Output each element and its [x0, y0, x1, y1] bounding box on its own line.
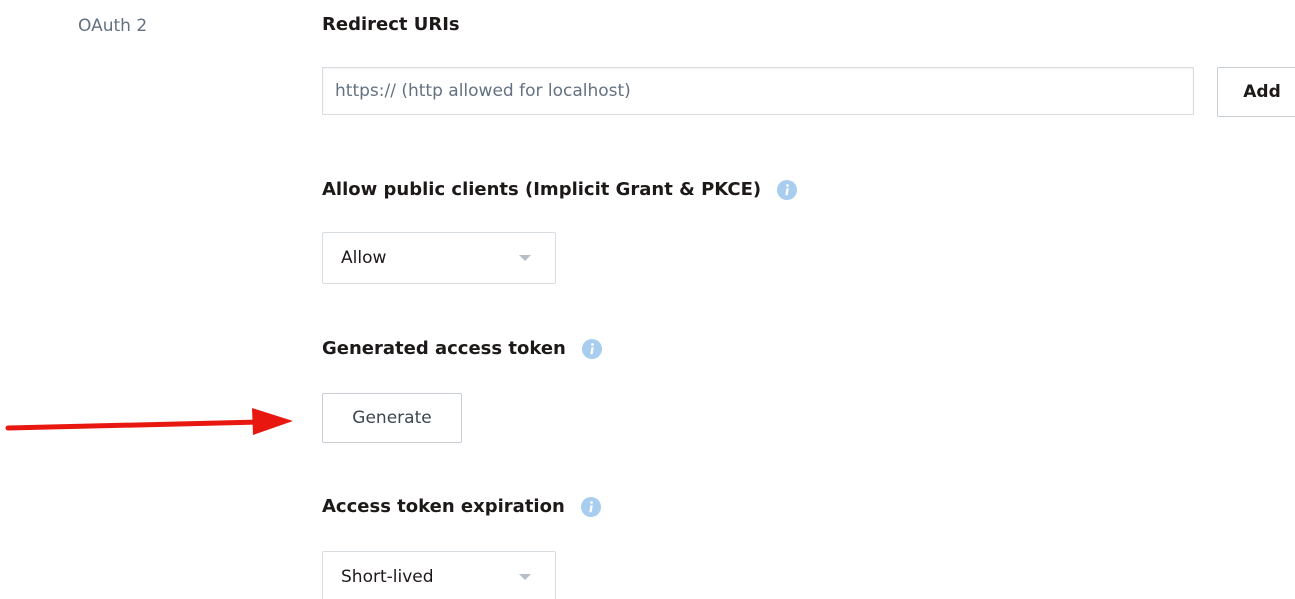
info-icon[interactable]	[777, 180, 798, 200]
generate-token-button[interactable]: Generate	[322, 393, 462, 443]
token-expiration-selected-value: Short-lived	[341, 567, 434, 587]
token-expiration-title: Access token expiration	[322, 495, 601, 519]
public-clients-selected-value: Allow	[341, 248, 387, 268]
oauth-settings-panel: OAuth 2 Redirect URIs Add Allow public c…	[0, 0, 1295, 599]
info-icon[interactable]	[580, 497, 601, 517]
access-token-title: Generated access token	[322, 337, 602, 361]
public-clients-select[interactable]: Allow	[322, 232, 556, 284]
add-redirect-uri-button[interactable]: Add	[1217, 67, 1295, 117]
chevron-down-icon	[519, 574, 531, 580]
access-token-title-text: Generated access token	[322, 338, 566, 359]
token-expiration-select[interactable]: Short-lived	[322, 551, 556, 599]
token-expiration-title-text: Access token expiration	[322, 496, 565, 517]
redirect-uris-title: Redirect URIs	[322, 13, 460, 37]
annotation-arrow-icon	[5, 408, 293, 435]
redirect-uri-input[interactable]	[322, 67, 1194, 115]
public-clients-title-text: Allow public clients (Implicit Grant & P…	[322, 179, 762, 200]
chevron-down-icon	[519, 255, 531, 261]
section-label: OAuth 2	[78, 16, 148, 36]
info-icon[interactable]	[581, 339, 602, 359]
public-clients-title: Allow public clients (Implicit Grant & P…	[322, 178, 798, 202]
redirect-uris-title-text: Redirect URIs	[322, 14, 460, 35]
